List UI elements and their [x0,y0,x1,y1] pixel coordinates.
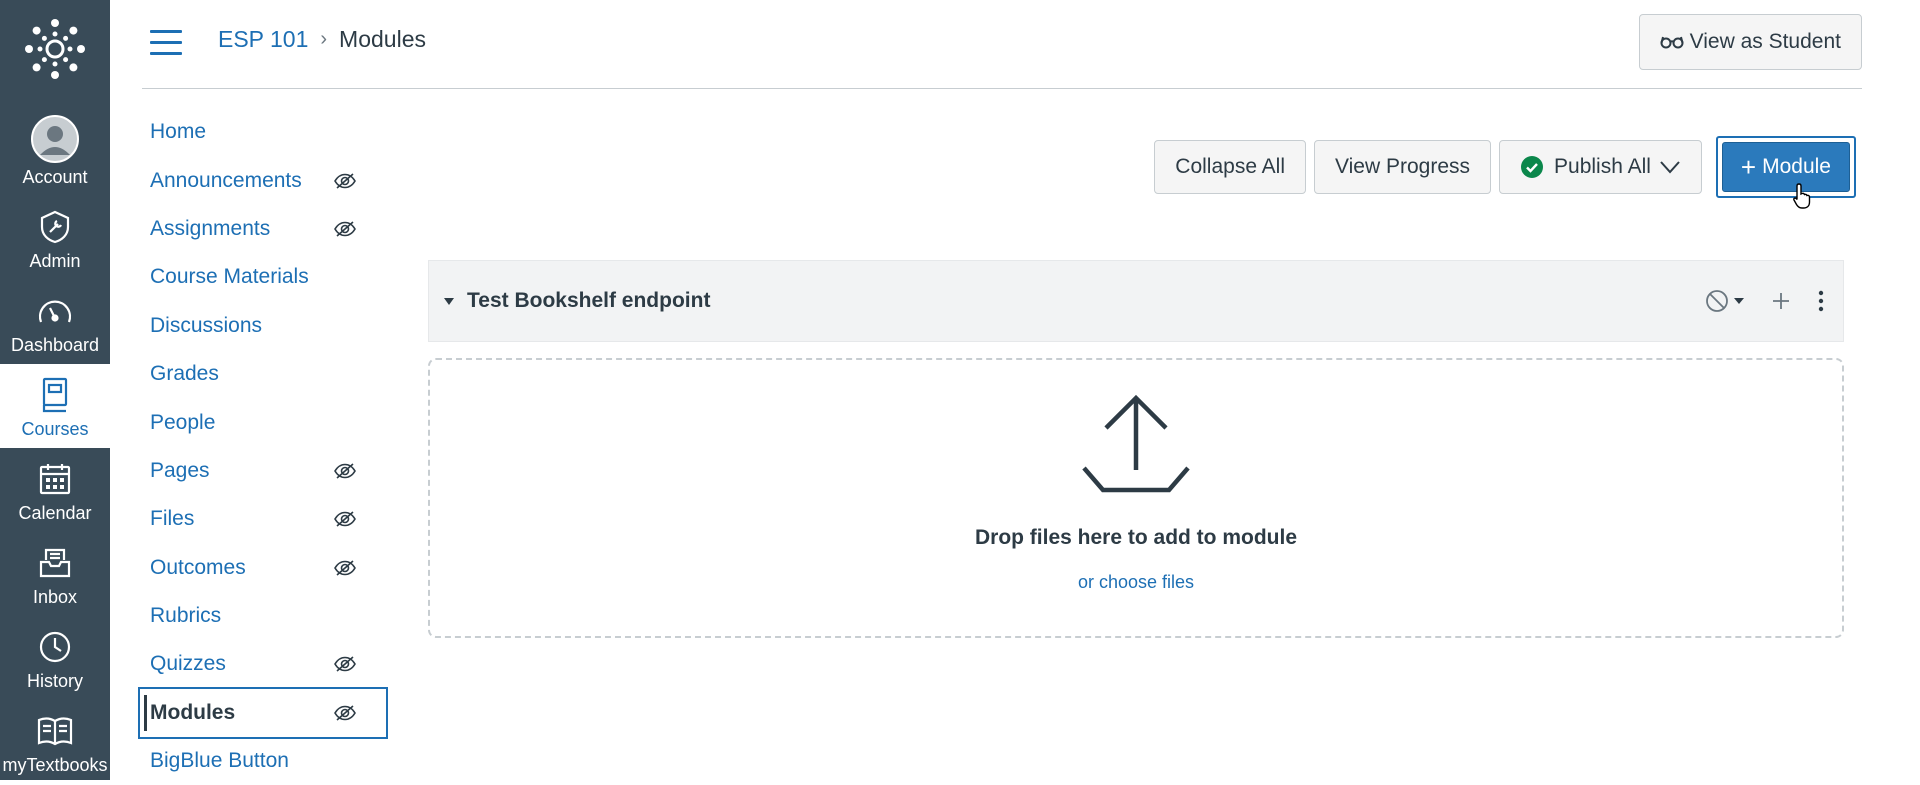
course-nav-item-home[interactable]: Home [140,108,386,156]
course-nav-label: Course Materials [150,265,309,289]
course-nav-item-rubrics[interactable]: Rubrics [140,592,386,640]
course-nav-item-course-materials[interactable]: Course Materials [140,253,386,301]
breadcrumb-current: Modules [339,26,426,52]
hand-cursor-icon [1793,183,1811,209]
course-nav-label: Files [150,507,195,531]
module-options-button[interactable] [1817,290,1825,312]
global-nav-courses[interactable]: Courses [0,364,110,448]
add-module-focus-ring: + Module [1715,136,1856,209]
course-nav-label: Home [150,120,207,144]
module-title: Test Bookshelf endpoint [467,289,711,312]
course-nav-item-files[interactable]: Files [140,495,386,543]
choose-files-link[interactable]: or choose files [1078,572,1194,593]
view-progress-button[interactable]: View Progress [1314,140,1492,194]
add-module-button[interactable]: + Module [1721,142,1850,192]
courses-icon [35,375,75,415]
course-nav-item-people[interactable]: People [140,398,386,446]
add-module-label: Module [1762,155,1831,178]
dropzone-text: Drop files here to add to module [974,526,1298,549]
course-nav-item-grades[interactable]: Grades [140,350,386,398]
course-nav-label: Announcements [150,168,302,192]
global-nav-label: Courses [21,419,89,439]
hidden-eye-icon [334,221,356,237]
course-nav-item-pages[interactable]: Pages [140,447,386,495]
modules-toolbar: Collapse All View Progress Publish All +… [1154,136,1856,209]
course-nav: Home Announcements Assignments Course Mater… [138,108,388,785]
canvas-logo-icon[interactable] [24,18,86,80]
global-nav-mytextbooks[interactable]: myTextbooks [0,700,110,784]
calendar-icon [35,459,75,499]
global-nav-dashboard[interactable]: Dashboard [0,280,110,364]
global-nav-history[interactable]: History [0,616,110,700]
hidden-eye-icon [334,705,356,721]
view-as-student-button[interactable]: View as Student [1638,14,1862,70]
course-nav-label: BigBlue Button [150,749,289,773]
module-actions [1705,261,1825,341]
glasses-icon [1660,36,1684,49]
hamburger-menu-icon[interactable] [150,30,182,56]
hidden-eye-icon [334,560,356,576]
publish-all-label: Publish All [1554,155,1651,178]
course-nav-item-quizzes[interactable]: Quizzes [140,640,386,688]
collapse-all-button[interactable]: Collapse All [1154,140,1307,194]
hidden-eye-icon [334,656,356,673]
add-item-button[interactable] [1771,291,1791,311]
file-dropzone[interactable]: Drop files here to add to module or choo… [428,358,1844,638]
published-check-icon [1521,156,1544,178]
course-nav-label: Grades [150,362,219,386]
collapse-triangle-icon[interactable] [443,296,455,306]
global-nav-label: myTextbooks [2,755,108,775]
course-nav-label: Quizzes [150,652,226,676]
course-nav-label: Assignments [150,216,271,240]
global-nav: Account Admin Dashboard Courses Calendar… [0,0,110,780]
kebab-menu-icon [1818,290,1824,312]
upload-icon [1082,394,1190,493]
module-publish-menu[interactable] [1705,289,1745,313]
course-nav-item-modules[interactable]: Modules [138,686,388,740]
course-nav-label: Modules [150,700,236,724]
plus-icon [1773,293,1789,309]
global-nav-label: Inbox [32,587,78,607]
course-nav-label: Pages [150,458,210,482]
view-as-student-label: View as Student [1689,30,1841,53]
admin-icon [35,207,75,247]
breadcrumb-separator: › [320,28,328,50]
textbooks-icon [35,711,75,751]
global-nav-label: Account [22,167,88,187]
inbox-icon [35,543,75,583]
page-header: ESP 101 › Modules View as Student [142,0,1862,89]
hidden-eye-icon [334,172,356,189]
breadcrumb-course-link[interactable]: ESP 101 [218,26,308,53]
course-nav-item-assignments[interactable]: Assignments [140,205,386,253]
global-nav-label: Dashboard [10,335,100,355]
account-icon [31,115,79,163]
course-nav-label: Rubrics [150,604,222,628]
unpublished-icon [1706,290,1728,312]
global-nav-label: History [26,671,83,691]
course-nav-item-discussions[interactable]: Discussions [140,302,386,350]
global-nav-label: Admin [29,251,81,271]
course-nav-label: People [150,410,216,434]
course-nav-item-bigblue-button[interactable]: BigBlue Button [140,737,386,785]
hidden-eye-icon [334,463,356,479]
module-header[interactable]: Test Bookshelf endpoint [428,260,1844,342]
global-nav-account[interactable]: Account [0,108,110,196]
course-nav-label: Discussions [150,313,263,337]
plus-icon: + [1740,151,1757,182]
history-icon [35,627,75,667]
caret-down-icon [1734,298,1744,304]
global-nav-inbox[interactable]: Inbox [0,532,110,616]
global-nav-label: Calendar [18,503,92,523]
course-nav-item-outcomes[interactable]: Outcomes [140,544,386,592]
breadcrumb: ESP 101 › Modules [218,26,426,53]
publish-all-button[interactable]: Publish All [1499,140,1702,194]
chevron-down-icon [1660,161,1680,174]
course-nav-item-announcements[interactable]: Announcements [140,156,386,204]
global-nav-calendar[interactable]: Calendar [0,448,110,532]
global-nav-admin[interactable]: Admin [0,196,110,280]
course-nav-label: Outcomes [150,555,246,579]
hidden-eye-icon [334,511,356,527]
dashboard-icon [35,291,75,331]
